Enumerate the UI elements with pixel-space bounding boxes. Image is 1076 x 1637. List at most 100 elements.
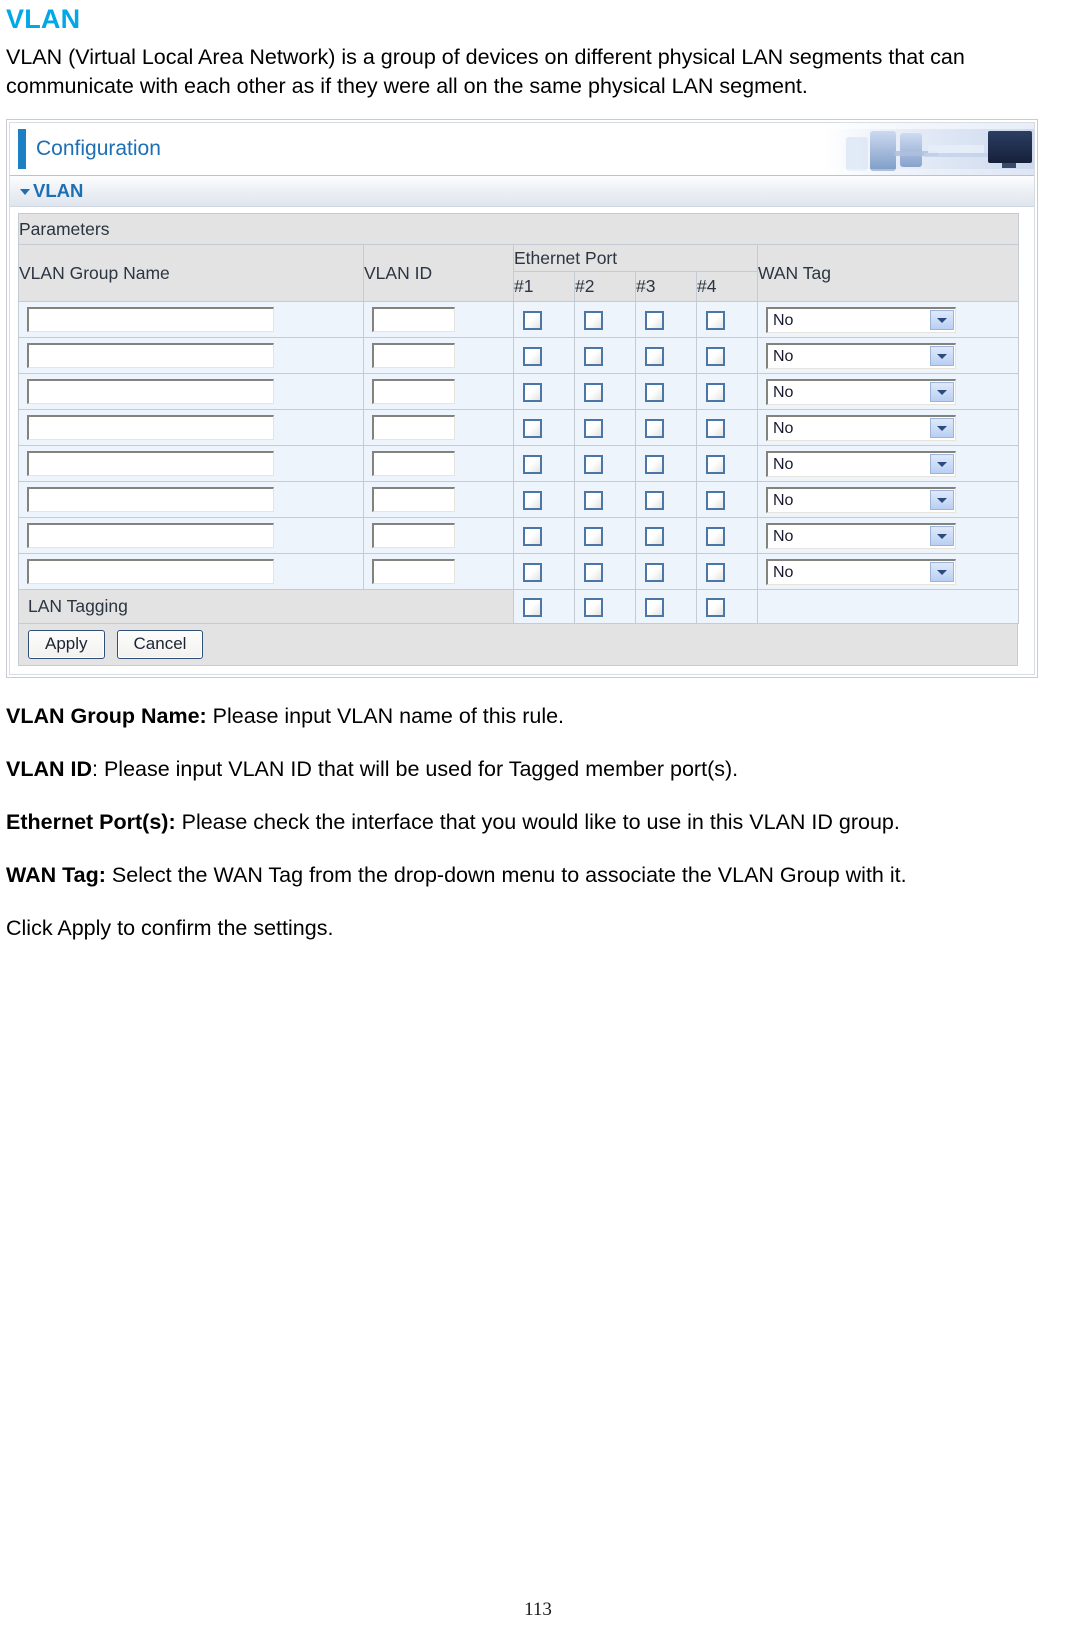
ethernet-port-1-cell[interactable] bbox=[513, 301, 575, 338]
ethernet-port-1-cell[interactable] bbox=[513, 517, 575, 554]
chevron-down-icon[interactable] bbox=[930, 561, 954, 582]
ethernet-port-1-checkbox[interactable] bbox=[523, 346, 542, 366]
chevron-down-icon[interactable] bbox=[930, 381, 954, 402]
ethernet-port-2-cell[interactable] bbox=[574, 445, 636, 482]
lan-tagging-port-4-checkbox[interactable] bbox=[706, 597, 725, 617]
ethernet-port-2-checkbox[interactable] bbox=[584, 526, 603, 546]
ethernet-port-3-cell[interactable] bbox=[635, 445, 697, 482]
wan-tag-select[interactable]: No bbox=[766, 558, 956, 585]
ethernet-port-3-cell[interactable] bbox=[635, 517, 697, 554]
ethernet-port-4-cell[interactable] bbox=[696, 517, 758, 554]
ethernet-port-4-cell[interactable] bbox=[696, 409, 758, 446]
ethernet-port-1-checkbox[interactable] bbox=[523, 526, 542, 546]
ethernet-port-3-checkbox[interactable] bbox=[645, 562, 664, 582]
ethernet-port-1-checkbox[interactable] bbox=[523, 454, 542, 474]
ethernet-port-2-checkbox[interactable] bbox=[584, 310, 603, 330]
ethernet-port-2-cell[interactable] bbox=[574, 481, 636, 518]
ethernet-port-2-cell[interactable] bbox=[574, 517, 636, 554]
vlan-id-input[interactable] bbox=[372, 307, 455, 332]
ethernet-port-1-cell[interactable] bbox=[513, 481, 575, 518]
ethernet-port-3-checkbox[interactable] bbox=[645, 346, 664, 366]
vlan-group-name-input[interactable] bbox=[27, 559, 274, 584]
ethernet-port-2-cell[interactable] bbox=[574, 373, 636, 410]
vlan-group-name-input[interactable] bbox=[27, 487, 274, 512]
ethernet-port-2-cell[interactable] bbox=[574, 301, 636, 338]
ethernet-port-1-checkbox[interactable] bbox=[523, 418, 542, 438]
ethernet-port-1-cell[interactable] bbox=[513, 337, 575, 374]
lan-tagging-port-2-cell[interactable] bbox=[574, 589, 636, 624]
chevron-down-icon[interactable] bbox=[930, 525, 954, 546]
chevron-down-icon[interactable] bbox=[930, 345, 954, 366]
wan-tag-select[interactable]: No bbox=[766, 450, 956, 477]
ethernet-port-4-checkbox[interactable] bbox=[706, 526, 725, 546]
ethernet-port-3-cell[interactable] bbox=[635, 337, 697, 374]
ethernet-port-4-cell[interactable] bbox=[696, 481, 758, 518]
vlan-id-input[interactable] bbox=[372, 487, 455, 512]
ethernet-port-4-cell[interactable] bbox=[696, 337, 758, 374]
chevron-down-icon[interactable] bbox=[930, 453, 954, 474]
vlan-section-bar[interactable]: VLAN bbox=[10, 176, 1034, 207]
ethernet-port-2-checkbox[interactable] bbox=[584, 418, 603, 438]
ethernet-port-3-checkbox[interactable] bbox=[645, 526, 664, 546]
vlan-id-input[interactable] bbox=[372, 523, 455, 548]
ethernet-port-2-checkbox[interactable] bbox=[584, 490, 603, 510]
ethernet-port-3-checkbox[interactable] bbox=[645, 382, 664, 402]
ethernet-port-4-cell[interactable] bbox=[696, 445, 758, 482]
vlan-group-name-input[interactable] bbox=[27, 379, 274, 404]
ethernet-port-4-cell[interactable] bbox=[696, 301, 758, 338]
ethernet-port-2-cell[interactable] bbox=[574, 409, 636, 446]
wan-tag-select[interactable]: No bbox=[766, 522, 956, 549]
ethernet-port-1-cell[interactable] bbox=[513, 445, 575, 482]
lan-tagging-port-3-cell[interactable] bbox=[635, 589, 697, 624]
vlan-id-input[interactable] bbox=[372, 415, 455, 440]
ethernet-port-3-cell[interactable] bbox=[635, 373, 697, 410]
vlan-group-name-input[interactable] bbox=[27, 343, 274, 368]
wan-tag-select[interactable]: No bbox=[766, 414, 956, 441]
wan-tag-select[interactable]: No bbox=[766, 342, 956, 369]
vlan-group-name-input[interactable] bbox=[27, 523, 274, 548]
chevron-down-icon[interactable] bbox=[930, 417, 954, 438]
lan-tagging-port-3-checkbox[interactable] bbox=[645, 597, 664, 617]
ethernet-port-3-checkbox[interactable] bbox=[645, 310, 664, 330]
lan-tagging-port-1-cell[interactable] bbox=[513, 589, 575, 624]
ethernet-port-3-cell[interactable] bbox=[635, 409, 697, 446]
wan-tag-select[interactable]: No bbox=[766, 378, 956, 405]
ethernet-port-4-checkbox[interactable] bbox=[706, 382, 725, 402]
vlan-group-name-input[interactable] bbox=[27, 307, 274, 332]
ethernet-port-1-cell[interactable] bbox=[513, 373, 575, 410]
ethernet-port-3-checkbox[interactable] bbox=[645, 490, 664, 510]
wan-tag-select[interactable]: No bbox=[766, 306, 956, 333]
ethernet-port-4-cell[interactable] bbox=[696, 553, 758, 590]
lan-tagging-port-1-checkbox[interactable] bbox=[523, 597, 542, 617]
ethernet-port-2-checkbox[interactable] bbox=[584, 562, 603, 582]
vlan-id-input[interactable] bbox=[372, 379, 455, 404]
cancel-button[interactable]: Cancel bbox=[116, 630, 204, 659]
ethernet-port-4-cell[interactable] bbox=[696, 373, 758, 410]
ethernet-port-3-checkbox[interactable] bbox=[645, 454, 664, 474]
ethernet-port-1-cell[interactable] bbox=[513, 409, 575, 446]
ethernet-port-4-checkbox[interactable] bbox=[706, 454, 725, 474]
ethernet-port-1-checkbox[interactable] bbox=[523, 490, 542, 510]
ethernet-port-4-checkbox[interactable] bbox=[706, 562, 725, 582]
ethernet-port-1-checkbox[interactable] bbox=[523, 382, 542, 402]
vlan-id-input[interactable] bbox=[372, 559, 455, 584]
ethernet-port-3-cell[interactable] bbox=[635, 481, 697, 518]
collapse-caret-icon[interactable] bbox=[20, 189, 30, 195]
vlan-id-input[interactable] bbox=[372, 343, 455, 368]
ethernet-port-2-cell[interactable] bbox=[574, 553, 636, 590]
ethernet-port-4-checkbox[interactable] bbox=[706, 310, 725, 330]
ethernet-port-2-checkbox[interactable] bbox=[584, 382, 603, 402]
ethernet-port-3-checkbox[interactable] bbox=[645, 418, 664, 438]
ethernet-port-1-cell[interactable] bbox=[513, 553, 575, 590]
vlan-group-name-input[interactable] bbox=[27, 451, 274, 476]
vlan-id-input[interactable] bbox=[372, 451, 455, 476]
ethernet-port-4-checkbox[interactable] bbox=[706, 418, 725, 438]
ethernet-port-3-cell[interactable] bbox=[635, 553, 697, 590]
ethernet-port-2-checkbox[interactable] bbox=[584, 454, 603, 474]
lan-tagging-port-2-checkbox[interactable] bbox=[584, 597, 603, 617]
ethernet-port-1-checkbox[interactable] bbox=[523, 310, 542, 330]
wan-tag-select[interactable]: No bbox=[766, 486, 956, 513]
ethernet-port-4-checkbox[interactable] bbox=[706, 346, 725, 366]
ethernet-port-4-checkbox[interactable] bbox=[706, 490, 725, 510]
chevron-down-icon[interactable] bbox=[930, 309, 954, 330]
